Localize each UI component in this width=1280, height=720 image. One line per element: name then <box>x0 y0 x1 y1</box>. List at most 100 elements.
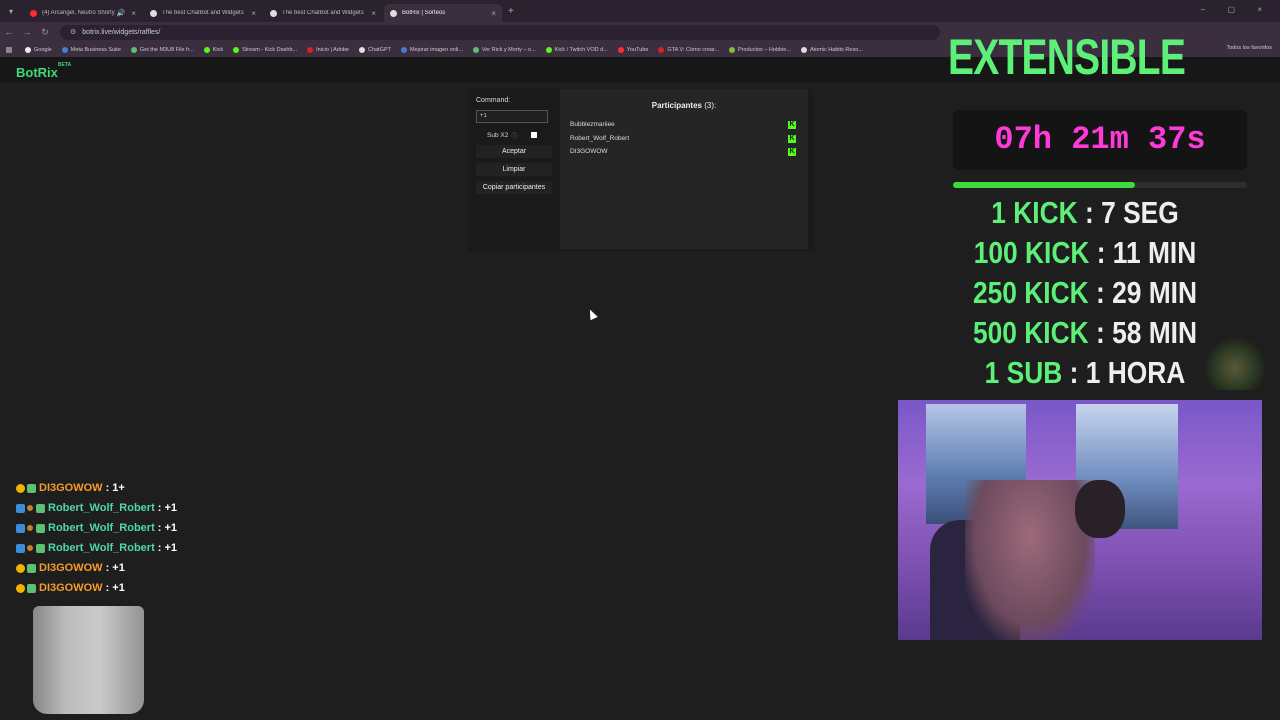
all-bookmarks-folder[interactable]: Todos los favoritos <box>1226 45 1272 51</box>
bookmark-vod[interactable]: Kick / Twitch VOD d... <box>545 46 608 53</box>
chat-username: DI3GOWOW <box>39 482 103 494</box>
webcam-streamer-head <box>1075 480 1125 538</box>
moderator-badge-icon <box>16 523 25 533</box>
image-icon <box>400 46 407 53</box>
botrix-icon <box>270 9 277 17</box>
moderator-badge-icon <box>16 503 25 513</box>
botrix-icon <box>150 9 157 17</box>
close-icon[interactable]: × <box>251 9 256 18</box>
subathon-timer: 07h 21m 37s <box>953 110 1247 170</box>
subathon-rates: 1 KICK : 7 SEG 100 KICK : 11 MIN 250 KIC… <box>940 193 1230 393</box>
copy-participants-button[interactable]: Copiar participantes <box>476 180 552 194</box>
subathon-progress <box>953 182 1247 188</box>
participant-row[interactable]: Bubblezmariiee K <box>560 118 808 132</box>
bookmark-m3u8[interactable]: Get the M3U8 File fr... <box>130 46 194 53</box>
kick-icon <box>203 46 210 53</box>
participants-list: Bubblezmariiee K Robert_Wolf_Robert K DI… <box>560 118 808 159</box>
tab-title: The best ChatBot and Widgets <box>162 10 244 16</box>
plant-decoration <box>1205 335 1265 390</box>
participants-panel: Participantes (3): Bubblezmariiee K Robe… <box>560 89 808 249</box>
chat-username: DI3GOWOW <box>39 582 103 594</box>
chat-username: DI3GOWOW <box>39 562 103 574</box>
bookmark-meta[interactable]: Meta Business Suite <box>61 46 121 53</box>
bookmark-kick[interactable]: Kick <box>203 46 223 53</box>
sub-x2-checkbox[interactable] <box>531 132 538 138</box>
meta-icon <box>61 46 68 53</box>
chat-message: Robert_Wolf_Robert : +1 <box>16 538 177 558</box>
info-icon[interactable]: ⓘ <box>511 131 517 140</box>
bookmark-productos[interactable]: Productos – Hobbie... <box>729 46 791 53</box>
bookmark-atomic[interactable]: Atomic Habits Reso... <box>800 46 863 53</box>
rick-icon <box>472 46 479 53</box>
sub-badge-icon <box>27 505 33 511</box>
raffle-controls: Command: Sub X2 ⓘ Aceptar Limpiar Copiar… <box>476 97 552 194</box>
command-input[interactable] <box>476 109 548 123</box>
apps-icon[interactable] <box>6 46 15 53</box>
bookmark-chatgpt[interactable]: ChatGPT <box>359 46 391 53</box>
kick-icon <box>545 46 552 53</box>
participant-name: Robert_Wolf_Robert <box>570 134 630 142</box>
bookmark-mejorar[interactable]: Mejorar imagen onli... <box>400 46 463 53</box>
tab-botrix-1[interactable]: The best ChatBot and Widgets × <box>144 4 262 22</box>
moderator-badge-icon <box>16 543 25 553</box>
url-text: botrix.live/widgets/raffles/ <box>82 28 161 36</box>
sub-x2-row: Sub X2 ⓘ <box>476 131 552 140</box>
close-icon[interactable]: × <box>371 9 376 18</box>
bookmark-adobe[interactable]: Inicio | Adobe <box>307 46 349 53</box>
rate-line: 500 KICK : 58 MIN <box>972 315 1198 350</box>
google-icon <box>25 46 31 53</box>
clear-button[interactable]: Limpiar <box>476 162 552 176</box>
close-icon[interactable]: × <box>491 9 496 18</box>
chat-text: : +1 <box>157 502 178 514</box>
participant-row[interactable]: DI3GOWOW K <box>560 145 808 159</box>
rate-line: 1 KICK : 7 SEG <box>991 195 1179 230</box>
verified-badge-icon <box>27 563 36 573</box>
og-badge-icon <box>16 563 25 573</box>
verified-badge-icon <box>36 523 45 533</box>
url-field[interactable]: ⚙ botrix.live/widgets/raffles/ <box>60 24 940 40</box>
subathon-title: EXTENSIBLE <box>948 29 1186 85</box>
chat-text: : 1+ <box>105 482 125 494</box>
bookmark-gta[interactable]: GTA V: Cómo crear... <box>658 46 719 53</box>
verified-badge-icon <box>36 543 45 553</box>
back-icon[interactable]: ← <box>0 27 18 37</box>
participant-row[interactable]: Robert_Wolf_Robert K <box>560 132 808 146</box>
sub-x2-label: Sub X2 <box>487 131 509 139</box>
og-badge-icon <box>16 483 25 493</box>
site-info-icon[interactable]: ⚙ <box>70 28 76 36</box>
close-icon[interactable]: × <box>131 9 136 18</box>
kick-icon <box>233 46 240 53</box>
command-label: Command: <box>476 97 511 104</box>
bookmark-rick[interactable]: Ver Rick y Morty – o... <box>472 46 536 53</box>
bookmark-kick-dashboard[interactable]: Stream - Kick Dashb... <box>233 46 297 53</box>
participant-name: Bubblezmariiee <box>570 121 615 128</box>
audio-icon[interactable]: 🔊 <box>117 9 126 17</box>
accept-button[interactable]: Aceptar <box>476 144 552 158</box>
chat-text: : +1 <box>105 582 125 594</box>
youtube-icon <box>617 46 624 53</box>
sub-badge-icon <box>27 525 33 531</box>
tab-botrix-sorteos[interactable]: BotRix | Sorteos × <box>384 4 502 22</box>
bookmark-youtube[interactable]: YouTube <box>617 46 648 53</box>
raffle-panel: Command: Sub X2 ⓘ Aceptar Limpiar Copiar… <box>468 89 813 251</box>
forward-icon[interactable]: → <box>18 27 36 37</box>
chat-message: DI3GOWOW : +1 <box>16 578 177 598</box>
window-controls[interactable]: – ▢ × <box>1201 5 1272 14</box>
chat-overlay: DI3GOWOW : 1+ Robert_Wolf_Robert : +1 Ro… <box>16 478 177 598</box>
participant-name: DI3GOWOW <box>570 148 608 155</box>
bookmark-google[interactable]: Google <box>25 46 52 53</box>
chat-text: : +1 <box>105 562 125 574</box>
new-tab-button[interactable]: + <box>508 6 514 17</box>
progress-fill <box>953 182 1136 188</box>
tab-botrix-2[interactable]: The best ChatBot and Widgets × <box>264 4 382 22</box>
og-badge-icon <box>16 583 25 593</box>
tab-title: (4) Arcangel, Neutro Shorty <box>42 10 115 16</box>
shop-icon <box>729 46 736 53</box>
tab-youtube[interactable]: (4) Arcangel, Neutro Shorty 🔊 × <box>24 4 142 22</box>
botrix-logo[interactable]: BotRixBETA <box>16 62 71 80</box>
verified-badge-icon <box>27 483 36 493</box>
tab-search-icon[interactable]: ▾ <box>0 7 22 16</box>
reload-icon[interactable]: ↻ <box>36 27 54 38</box>
notion-icon <box>800 46 807 53</box>
chat-message: Robert_Wolf_Robert : +1 <box>16 518 177 538</box>
